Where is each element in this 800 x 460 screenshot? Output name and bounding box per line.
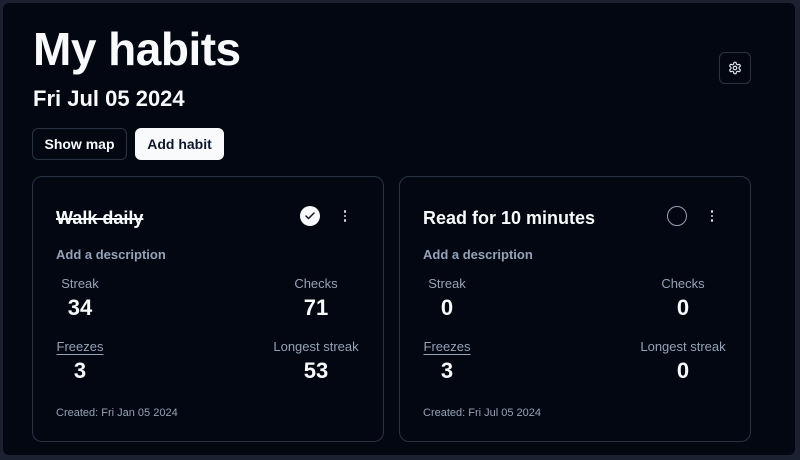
streak-value: 34 [67,295,93,320]
longest-streak-stat: Longest streak 0 [623,339,743,384]
freezes-value: 3 [440,358,454,383]
freezes-stat: Freezes 3 [20,339,140,384]
freezes-value: 3 [73,358,87,383]
habit-card: Read for 10 minutes Add a description St… [399,176,751,442]
longest-streak-value: 0 [676,358,690,383]
habit-card: Walk daily Add a description Streak 34 C… [32,176,384,442]
longest-streak-stat: Longest streak 53 [256,339,376,384]
streak-stat: Streak 0 [387,276,507,321]
habit-check-toggle[interactable] [667,206,687,226]
page-title: My habits [33,23,241,75]
freezes-label[interactable]: Freezes [387,339,507,355]
description-placeholder[interactable]: Add a description [423,247,533,262]
settings-button[interactable] [719,52,751,84]
created-date: Created: Fri Jan 05 2024 [56,407,178,419]
freezes-stat: Freezes 3 [387,339,507,384]
created-date: Created: Fri Jul 05 2024 [423,407,542,419]
checks-label: Checks [661,276,705,291]
longest-streak-value: 53 [303,358,329,383]
show-map-button[interactable]: Show map [32,128,127,160]
checks-value: 0 [676,295,690,320]
checks-stat: Checks 0 [623,276,743,321]
gear-icon [729,61,741,75]
streak-stat: Streak 34 [20,276,140,321]
more-vertical-icon[interactable] [340,207,350,225]
habit-name[interactable]: Read for 10 minutes [423,207,595,229]
habit-check-toggle[interactable] [300,206,320,226]
streak-label: Streak [428,276,466,291]
check-icon [305,212,315,220]
freezes-label[interactable]: Freezes [20,339,140,355]
checks-label: Checks [294,276,338,291]
more-vertical-icon[interactable] [707,207,717,225]
longest-streak-label: Longest streak [640,339,726,354]
current-date: Fri Jul 05 2024 [33,86,185,111]
longest-streak-label: Longest streak [273,339,359,354]
description-placeholder[interactable]: Add a description [56,247,166,262]
streak-value: 0 [440,295,454,320]
add-habit-button[interactable]: Add habit [135,128,224,160]
habit-name[interactable]: Walk daily [56,207,143,229]
streak-label: Streak [61,276,99,291]
checks-value: 71 [303,295,329,320]
app-window: My habits Fri Jul 05 2024 Show map Add h… [3,3,795,455]
checks-stat: Checks 71 [256,276,376,321]
